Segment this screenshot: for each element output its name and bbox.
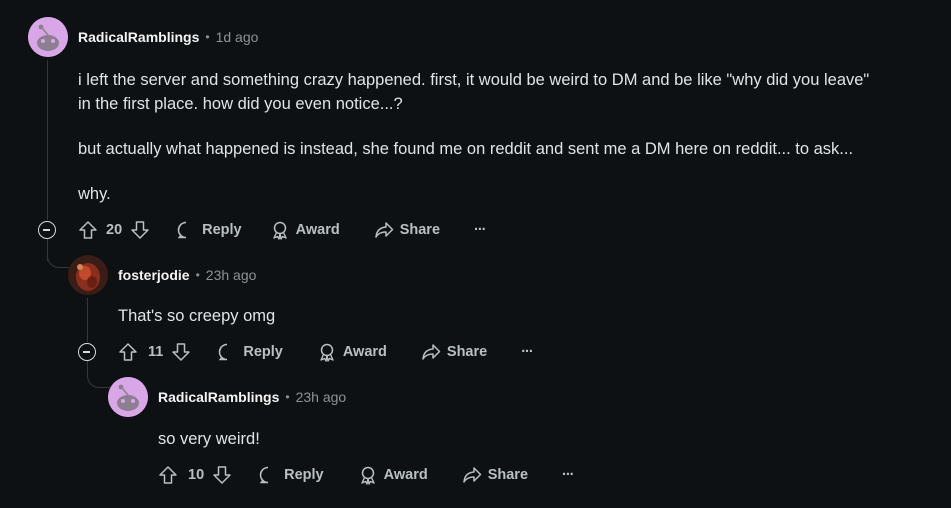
share-button[interactable]: Share (462, 465, 528, 485)
snoo-icon (28, 17, 68, 57)
comment-timestamp[interactable]: 1d ago (216, 29, 259, 45)
upvote-icon[interactable] (118, 342, 138, 362)
award-label: Award (295, 222, 340, 238)
share-label: Share (399, 222, 441, 238)
avatar[interactable] (108, 377, 148, 417)
award-button[interactable]: Award (270, 220, 340, 240)
comment-body-line: why. (78, 185, 111, 203)
more-options-button[interactable]: ··· (521, 344, 533, 360)
comment-author[interactable]: RadicalRamblings (78, 29, 199, 45)
comment-body-line: That's so creepy omg (118, 307, 276, 325)
share-label: Share (487, 467, 529, 483)
more-options-button[interactable]: ··· (562, 467, 574, 483)
thread-elbow (47, 255, 70, 268)
share-icon (462, 465, 482, 485)
separator-dot: • (205, 30, 210, 44)
award-button[interactable]: Award (317, 342, 387, 362)
comment-body-line: but actually what happened is instead, s… (78, 140, 854, 158)
chat-bubble-icon (258, 465, 278, 485)
comment-timestamp[interactable]: 23h ago (206, 267, 257, 283)
award-label: Award (342, 344, 387, 360)
share-icon (374, 220, 394, 240)
award-icon (317, 342, 337, 362)
thread-line[interactable] (87, 298, 88, 342)
separator-dot: • (285, 390, 290, 404)
reply-label: Reply (284, 467, 324, 483)
collapse-button[interactable] (78, 343, 96, 361)
avatar[interactable] (68, 255, 108, 295)
share-icon (421, 342, 441, 362)
comment-timestamp[interactable]: 23h ago (296, 389, 347, 405)
downvote-icon[interactable] (130, 220, 150, 240)
award-icon (270, 220, 290, 240)
award-label: Award (383, 467, 428, 483)
comment-actions: 20 Reply Award Share ··· (78, 216, 486, 244)
reply-button[interactable]: Reply (217, 342, 283, 362)
vote-count: 11 (148, 344, 164, 360)
vote-count: 10 (188, 467, 205, 483)
share-label: Share (446, 344, 488, 360)
downvote-icon[interactable] (171, 342, 191, 362)
share-button[interactable]: Share (421, 342, 487, 362)
comment-author[interactable]: RadicalRamblings (158, 389, 279, 405)
thread-elbow (87, 375, 110, 388)
snoo-icon (108, 377, 148, 417)
thread-line[interactable] (47, 60, 48, 220)
upvote-icon[interactable] (158, 465, 178, 485)
share-button[interactable]: Share (374, 220, 440, 240)
comment-body-line: so very weird! (158, 430, 260, 448)
collapse-button[interactable] (38, 221, 56, 239)
comment-author[interactable]: fosterjodie (118, 267, 190, 283)
reply-button[interactable]: Reply (258, 465, 324, 485)
reply-label: Reply (243, 344, 283, 360)
reply-button[interactable]: Reply (176, 220, 242, 240)
vote-count: 20 (106, 222, 123, 238)
comment-actions: 10 Reply Award Share ··· (158, 461, 574, 489)
more-options-button[interactable]: ··· (474, 222, 486, 238)
award-button[interactable]: Award (358, 465, 428, 485)
profile-photo-icon (68, 255, 108, 295)
chat-bubble-icon (217, 342, 237, 362)
reply-label: Reply (202, 222, 242, 238)
comment-actions: 11 Reply Award Share ··· (118, 338, 534, 366)
chat-bubble-icon (176, 220, 196, 240)
upvote-icon[interactable] (78, 220, 98, 240)
downvote-icon[interactable] (212, 465, 232, 485)
avatar[interactable] (28, 17, 68, 57)
comment-body-line: i left the server and something crazy ha… (78, 71, 870, 89)
award-icon (358, 465, 378, 485)
comment-body-line: in the first place. how did you even not… (78, 95, 403, 113)
separator-dot: • (195, 268, 200, 282)
